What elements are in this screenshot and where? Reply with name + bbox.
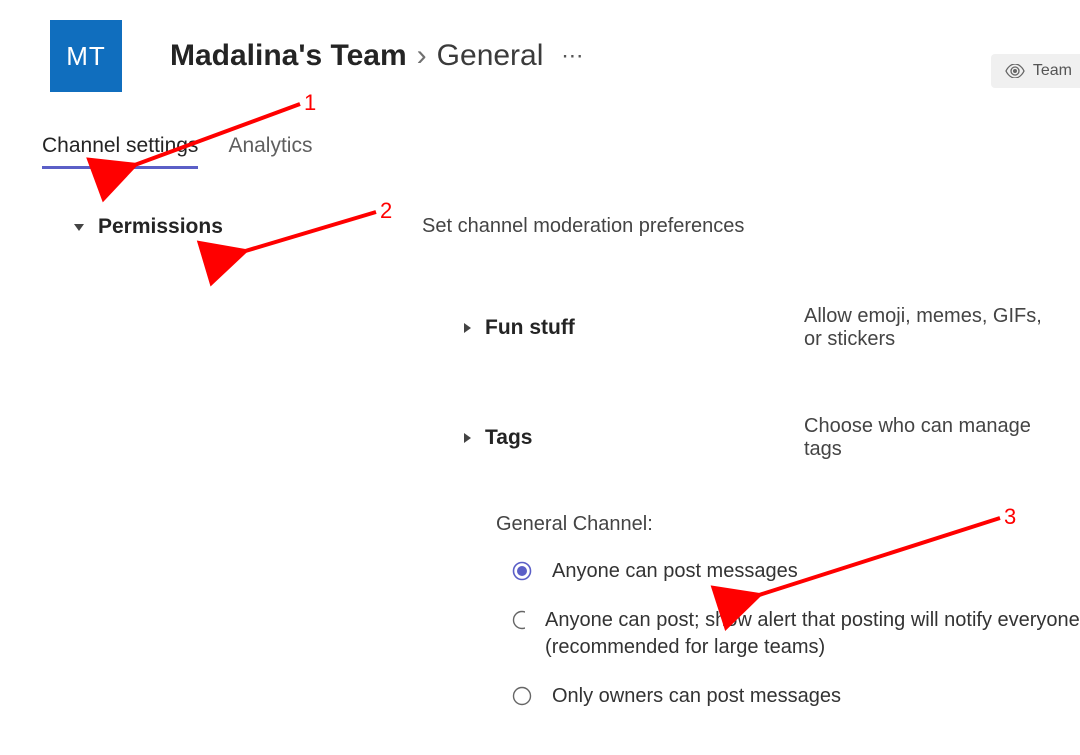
- radio-unselected-icon[interactable]: [512, 686, 532, 706]
- team-avatar: MT: [50, 20, 122, 92]
- caret-right-icon: [464, 323, 471, 333]
- team-pill-button[interactable]: Team: [991, 54, 1080, 88]
- tags-description: Choose who can manage tags: [804, 415, 1044, 461]
- general-channel-block: General Channel: Anyone can post message…: [74, 513, 1080, 710]
- tab-analytics[interactable]: Analytics: [228, 134, 312, 169]
- radio-anyone-alert[interactable]: Anyone can post; show alert that posting…: [496, 607, 1080, 661]
- permissions-description: Set channel moderation preferences: [422, 215, 744, 238]
- permissions-title: Permissions: [98, 215, 223, 239]
- annotation-label-3: 3: [1004, 504, 1016, 530]
- permissions-section[interactable]: Permissions Set channel moderation prefe…: [74, 215, 1080, 239]
- radio-anyone-alert-label: Anyone can post; show alert that posting…: [545, 607, 1080, 661]
- team-pill-label: Team: [1033, 62, 1072, 80]
- radio-owners[interactable]: Only owners can post messages: [496, 683, 1080, 710]
- tab-channel-settings[interactable]: Channel settings: [42, 134, 198, 169]
- radio-anyone[interactable]: Anyone can post messages: [496, 558, 1080, 585]
- annotation-label-2: 2: [380, 198, 392, 224]
- tags-section[interactable]: Tags Choose who can manage tags: [74, 415, 1080, 461]
- settings-content: Permissions Set channel moderation prefe…: [0, 169, 1080, 710]
- eye-icon: [1005, 64, 1025, 78]
- caret-right-icon: [464, 433, 471, 443]
- breadcrumb: Madalina's Team › General ⋯: [170, 39, 584, 73]
- general-channel-label: General Channel:: [496, 513, 1080, 536]
- tabs: Channel settings Analytics: [0, 134, 1080, 169]
- header: MT Madalina's Team › General ⋯: [0, 0, 1080, 92]
- channel-name[interactable]: General: [437, 39, 544, 73]
- avatar-initials: MT: [66, 41, 106, 72]
- annotation-label-1: 1: [304, 90, 316, 116]
- radio-owners-label: Only owners can post messages: [552, 683, 841, 710]
- tags-title: Tags: [485, 426, 532, 450]
- radio-unselected-icon[interactable]: [512, 610, 525, 630]
- caret-down-icon: [74, 224, 84, 231]
- team-name[interactable]: Madalina's Team: [170, 39, 407, 73]
- more-icon[interactable]: ⋯: [561, 43, 584, 69]
- radio-selected-icon[interactable]: [512, 561, 532, 581]
- fun-stuff-description: Allow emoji, memes, GIFs, or stickers: [804, 305, 1044, 351]
- fun-stuff-section[interactable]: Fun stuff Allow emoji, memes, GIFs, or s…: [74, 305, 1080, 351]
- fun-stuff-title: Fun stuff: [485, 316, 575, 340]
- chevron-right-icon: ›: [417, 39, 427, 73]
- radio-anyone-label: Anyone can post messages: [552, 558, 798, 585]
